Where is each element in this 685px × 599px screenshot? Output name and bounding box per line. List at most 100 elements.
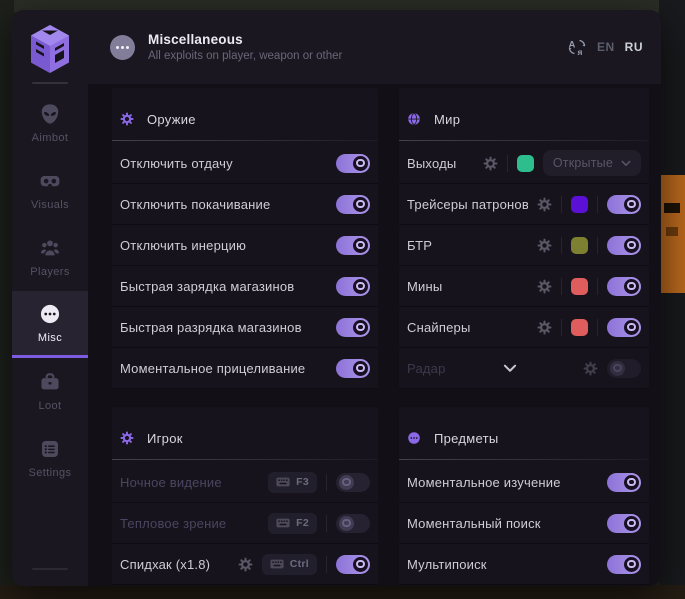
toggle-row: Быстрая зарядка магазинов: [112, 266, 378, 307]
toggle-row: Отключить покачивание: [112, 184, 378, 225]
divider: [326, 515, 327, 532]
color-swatch[interactable]: [571, 196, 588, 213]
sg-cube-logo: [28, 24, 72, 74]
list-box-icon: [39, 438, 61, 460]
gear-icon: [120, 112, 134, 126]
sidebar-item-loot[interactable]: Loot: [12, 358, 88, 425]
game-background-orange-sign: [660, 175, 685, 293]
language-ru-button[interactable]: RU: [625, 40, 643, 54]
toggle-switch[interactable]: [607, 514, 641, 533]
divider: [597, 319, 598, 336]
section-title: Игрок: [147, 431, 183, 446]
divider: [597, 278, 598, 295]
sidebar-item-settings[interactable]: Settings: [12, 425, 88, 492]
toggle-knob: [353, 197, 368, 212]
toggle-switch[interactable]: [607, 473, 641, 492]
toggle-knob: [624, 516, 639, 531]
section-weapon: Оружие Отключить отдачу Отключить покачи…: [112, 88, 378, 389]
ellipsis-circle-icon: [39, 303, 61, 325]
color-swatch[interactable]: [571, 278, 588, 295]
sidebar-item-players[interactable]: Players: [12, 224, 88, 291]
toggle-knob: [353, 279, 368, 294]
toggle-switch[interactable]: [336, 277, 370, 296]
toggle-switch[interactable]: [336, 195, 370, 214]
dropdown-row: Выходы Открытые: [399, 143, 649, 184]
toggle-switch[interactable]: [336, 318, 370, 337]
option-label: Мультипоиск: [407, 557, 598, 572]
gear-icon[interactable]: [537, 197, 552, 212]
language-en-button[interactable]: EN: [597, 40, 615, 54]
section-divider: [112, 459, 378, 460]
hotkey-badge[interactable]: F3: [268, 472, 317, 493]
keyboard-icon: [276, 518, 290, 528]
option-label: Отключить покачивание: [120, 197, 327, 212]
toggle-row: Снайперы: [399, 307, 649, 348]
section-player: Игрок Ночное видение F3 Тепловое зрение: [112, 407, 378, 585]
toggle-switch[interactable]: [607, 236, 641, 255]
gear-icon[interactable]: [537, 279, 552, 294]
toggle-switch[interactable]: [607, 318, 641, 337]
keyboard-icon: [270, 559, 284, 569]
toggle-switch[interactable]: [336, 236, 370, 255]
toggle-switch[interactable]: [336, 154, 370, 173]
toggle-switch[interactable]: [336, 473, 370, 492]
hotkey-badge[interactable]: F2: [268, 513, 317, 534]
exits-dropdown[interactable]: Открытые: [543, 150, 641, 176]
chevron-down-icon: [621, 160, 631, 167]
gear-icon[interactable]: [537, 238, 552, 253]
gear-icon: [120, 431, 134, 445]
toggle-switch[interactable]: [336, 555, 370, 574]
toggle-row: Трейсеры патронов: [399, 184, 649, 225]
section-divider: [399, 459, 649, 460]
gear-icon[interactable]: [537, 320, 552, 335]
dots-circle-icon: [407, 431, 421, 445]
right-column: Мир Выходы Открытые Трейсер: [399, 88, 649, 585]
vr-goggles-icon: [39, 170, 61, 192]
toggle-knob: [624, 557, 639, 572]
gear-icon[interactable]: [583, 361, 598, 376]
briefcase-icon: [39, 371, 61, 393]
section-title: Оружие: [147, 112, 196, 127]
sidebar-item-visuals[interactable]: Visuals: [12, 157, 88, 224]
divider: [507, 155, 508, 172]
option-label: Спидхак (x1.8): [120, 557, 229, 572]
toggle-switch[interactable]: [336, 514, 370, 533]
toggle-switch[interactable]: [607, 195, 641, 214]
sidebar-item-misc[interactable]: Misc: [12, 291, 88, 358]
chevron-down-icon[interactable]: [503, 364, 517, 373]
globe-icon: [407, 112, 421, 126]
color-swatch[interactable]: [517, 155, 534, 172]
translate-icon: [567, 38, 587, 56]
toggle-row: Быстрая разрядка магазинов: [112, 307, 378, 348]
option-label: Отключить инерцию: [120, 238, 327, 253]
hotkey-label: F2: [296, 517, 309, 529]
sidebar-nav: Aimbot Visuals Players Misc Loot Setting…: [12, 90, 88, 492]
toggle-switch[interactable]: [607, 277, 641, 296]
toggle-knob: [353, 156, 368, 171]
option-label: Тепловое зрение: [120, 516, 259, 531]
toggle-switch[interactable]: [336, 359, 370, 378]
color-swatch[interactable]: [571, 237, 588, 254]
option-label: Ночное видение: [120, 475, 259, 490]
sidebar-item-aimbot[interactable]: Aimbot: [12, 90, 88, 157]
main-area: Miscellaneous All exploits on player, we…: [88, 10, 661, 586]
toggle-knob: [624, 238, 639, 253]
option-label: Выходы: [407, 156, 474, 171]
toggle-switch[interactable]: [607, 555, 641, 574]
toggle-row: Отключить инерцию: [112, 225, 378, 266]
toggle-row: БТР: [399, 225, 649, 266]
language-switcher: EN RU: [567, 38, 643, 56]
color-swatch[interactable]: [571, 319, 588, 336]
option-label: Быстрая зарядка магазинов: [120, 279, 327, 294]
sidebar: Aimbot Visuals Players Misc Loot Setting…: [12, 10, 88, 586]
sidebar-item-label: Loot: [38, 400, 61, 412]
toggle-row: Моментальное изучение: [399, 462, 649, 503]
gear-icon[interactable]: [483, 156, 498, 171]
gear-icon[interactable]: [238, 557, 253, 572]
option-label: Снайперы: [407, 320, 528, 335]
section-items: Предметы Моментальное изучение Моменталь…: [399, 407, 649, 585]
toggle-switch[interactable]: [607, 359, 641, 378]
toggle-row: Спидхак (x1.8) Ctrl: [112, 544, 378, 585]
hotkey-badge[interactable]: Ctrl: [262, 554, 317, 575]
toggle-knob: [624, 320, 639, 335]
